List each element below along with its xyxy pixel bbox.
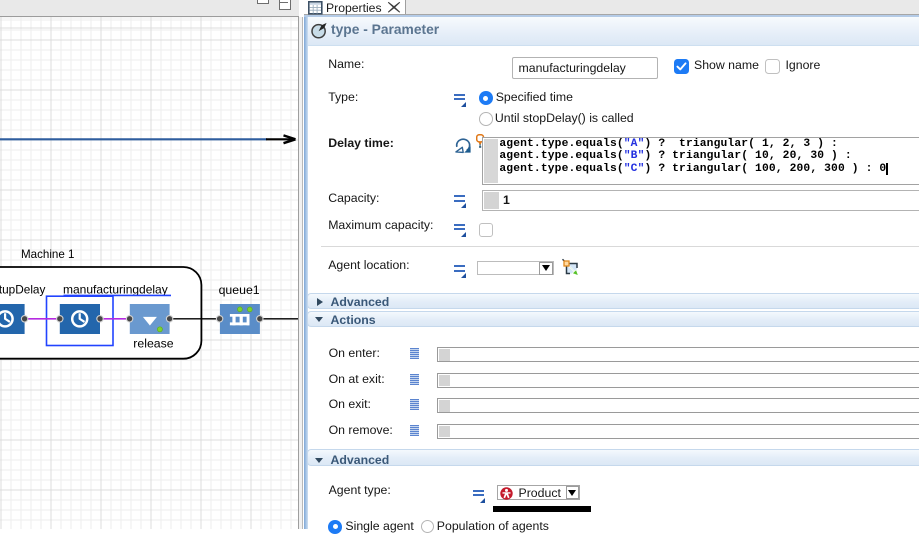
svg-text:setupDelay: setupDelay: [0, 282, 45, 296]
svg-text:release: release: [133, 337, 173, 351]
svg-text:queue1: queue1: [219, 283, 260, 297]
svg-text:Machine 1: Machine 1: [21, 248, 75, 261]
svg-text:manufacturingdelay: manufacturingdelay: [63, 282, 168, 296]
